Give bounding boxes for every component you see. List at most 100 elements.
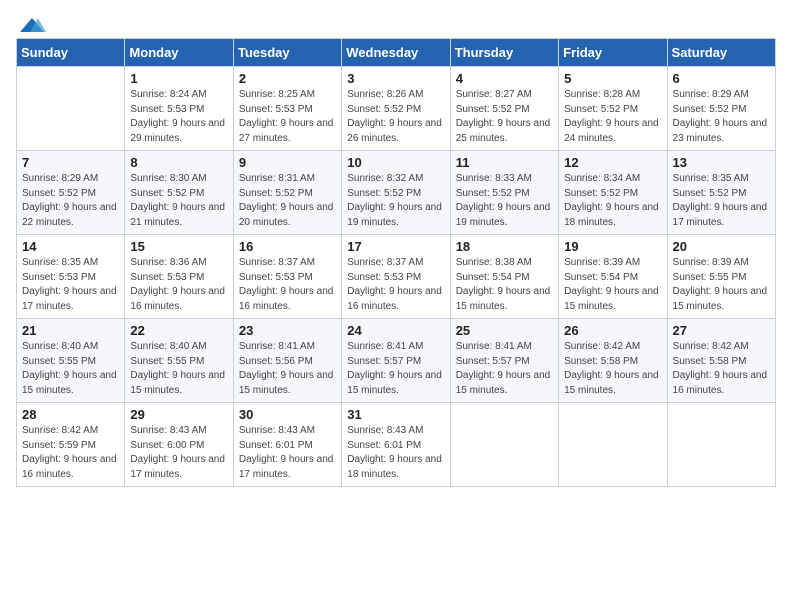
calendar-cell: 24 Sunrise: 8:41 AMSunset: 5:57 PMDayligh…: [342, 319, 450, 403]
calendar-cell: [17, 67, 125, 151]
cell-info: Sunrise: 8:40 AMSunset: 5:55 PMDaylight:…: [130, 340, 227, 398]
calendar-cell: 23 Sunrise: 8:41 AMSunset: 5:56 PMDayligh…: [233, 319, 341, 403]
cell-info: Sunrise: 8:37 AMSunset: 5:53 PMDaylight:…: [347, 256, 444, 314]
cell-info: Sunrise: 8:39 AMSunset: 5:55 PMDaylight:…: [673, 256, 770, 314]
day-number: 19: [564, 239, 661, 254]
header-day-saturday: Saturday: [667, 39, 775, 67]
header-day-sunday: Sunday: [17, 39, 125, 67]
cell-info: Sunrise: 8:41 AMSunset: 5:56 PMDaylight:…: [239, 340, 336, 398]
calendar-cell: [559, 403, 667, 487]
calendar-cell: 16Sunrise: 8:37 AMSunset: 5:53 PMDayligh…: [233, 235, 341, 319]
cell-info: Sunrise: 8:43 AMSunset: 6:01 PMDaylight:…: [239, 424, 336, 482]
calendar-cell: 12Sunrise: 8:34 AMSunset: 5:52 PMDayligh…: [559, 151, 667, 235]
cell-info: Sunrise: 8:37 AMSunset: 5:53 PMDaylight:…: [239, 256, 336, 314]
calendar-cell: 31 Sunrise: 8:43 AMSunset: 6:01 PMDayligh…: [342, 403, 450, 487]
cell-info: Sunrise: 8:27 AMSunset: 5:52 PMDaylight:…: [456, 88, 553, 146]
cell-info: Sunrise: 8:34 AMSunset: 5:52 PMDaylight:…: [564, 172, 661, 230]
day-number: 17: [347, 239, 444, 254]
calendar-cell: 17 Sunrise: 8:37 AMSunset: 5:53 PMDayligh…: [342, 235, 450, 319]
calendar-cell: [450, 403, 558, 487]
calendar-cell: 26 Sunrise: 8:42 AMSunset: 5:58 PMDayligh…: [559, 319, 667, 403]
cell-info: Sunrise: 8:24 AMSunset: 5:53 PMDaylight:…: [130, 88, 227, 146]
day-number: 10: [347, 155, 444, 170]
cell-info: Sunrise: 8:25 AMSunset: 5:53 PMDaylight:…: [239, 88, 336, 146]
calendar-cell: 13 Sunrise: 8:35 AMSunset: 5:52 PMDayligh…: [667, 151, 775, 235]
calendar-cell: 4 Sunrise: 8:27 AMSunset: 5:52 PMDaylight…: [450, 67, 558, 151]
day-number: 11: [456, 155, 553, 170]
day-number: 22: [130, 323, 227, 338]
cell-info: Sunrise: 8:29 AMSunset: 5:52 PMDaylight:…: [673, 88, 770, 146]
day-number: 6: [673, 71, 770, 86]
calendar-week-row: 7Sunrise: 8:29 AMSunset: 5:52 PMDaylight…: [17, 151, 776, 235]
day-number: 24: [347, 323, 444, 338]
day-number: 2: [239, 71, 336, 86]
calendar-header-row: SundayMondayTuesdayWednesdayThursdayFrid…: [17, 39, 776, 67]
calendar-cell: 27Sunrise: 8:42 AMSunset: 5:58 PMDayligh…: [667, 319, 775, 403]
day-number: 8: [130, 155, 227, 170]
cell-info: Sunrise: 8:42 AMSunset: 5:58 PMDaylight:…: [564, 340, 661, 398]
calendar-cell: 7Sunrise: 8:29 AMSunset: 5:52 PMDaylight…: [17, 151, 125, 235]
cell-info: Sunrise: 8:39 AMSunset: 5:54 PMDaylight:…: [564, 256, 661, 314]
calendar-cell: 22 Sunrise: 8:40 AMSunset: 5:55 PMDayligh…: [125, 319, 233, 403]
calendar-cell: 9 Sunrise: 8:31 AMSunset: 5:52 PMDaylight…: [233, 151, 341, 235]
cell-info: Sunrise: 8:42 AMSunset: 5:59 PMDaylight:…: [22, 424, 119, 482]
calendar-week-row: 28 Sunrise: 8:42 AMSunset: 5:59 PMDayligh…: [17, 403, 776, 487]
header-day-thursday: Thursday: [450, 39, 558, 67]
calendar-cell: 1 Sunrise: 8:24 AMSunset: 5:53 PMDaylight…: [125, 67, 233, 151]
cell-info: Sunrise: 8:28 AMSunset: 5:52 PMDaylight:…: [564, 88, 661, 146]
cell-info: Sunrise: 8:35 AMSunset: 5:52 PMDaylight:…: [673, 172, 770, 230]
calendar-cell: 28 Sunrise: 8:42 AMSunset: 5:59 PMDayligh…: [17, 403, 125, 487]
day-number: 27: [673, 323, 770, 338]
header-day-friday: Friday: [559, 39, 667, 67]
calendar-cell: 8 Sunrise: 8:30 AMSunset: 5:52 PMDaylight…: [125, 151, 233, 235]
day-number: 26: [564, 323, 661, 338]
cell-info: Sunrise: 8:31 AMSunset: 5:52 PMDaylight:…: [239, 172, 336, 230]
day-number: 1: [130, 71, 227, 86]
cell-info: Sunrise: 8:43 AMSunset: 6:01 PMDaylight:…: [347, 424, 444, 482]
day-number: 4: [456, 71, 553, 86]
calendar-cell: 29Sunrise: 8:43 AMSunset: 6:00 PMDayligh…: [125, 403, 233, 487]
calendar-cell: [667, 403, 775, 487]
cell-info: Sunrise: 8:30 AMSunset: 5:52 PMDaylight:…: [130, 172, 227, 230]
header-day-monday: Monday: [125, 39, 233, 67]
calendar-week-row: 1 Sunrise: 8:24 AMSunset: 5:53 PMDaylight…: [17, 67, 776, 151]
calendar-cell: 6 Sunrise: 8:29 AMSunset: 5:52 PMDaylight…: [667, 67, 775, 151]
cell-info: Sunrise: 8:26 AMSunset: 5:52 PMDaylight:…: [347, 88, 444, 146]
day-number: 13: [673, 155, 770, 170]
logo-icon: [18, 16, 46, 34]
cell-info: Sunrise: 8:32 AMSunset: 5:52 PMDaylight:…: [347, 172, 444, 230]
day-number: 15: [130, 239, 227, 254]
day-number: 21: [22, 323, 119, 338]
calendar-cell: 3 Sunrise: 8:26 AMSunset: 5:52 PMDaylight…: [342, 67, 450, 151]
calendar-cell: 2 Sunrise: 8:25 AMSunset: 5:53 PMDaylight…: [233, 67, 341, 151]
day-number: 25: [456, 323, 553, 338]
calendar-cell: 15 Sunrise: 8:36 AMSunset: 5:53 PMDayligh…: [125, 235, 233, 319]
cell-info: Sunrise: 8:36 AMSunset: 5:53 PMDaylight:…: [130, 256, 227, 314]
calendar-cell: 25Sunrise: 8:41 AMSunset: 5:57 PMDayligh…: [450, 319, 558, 403]
calendar-cell: 5Sunrise: 8:28 AMSunset: 5:52 PMDaylight…: [559, 67, 667, 151]
calendar-cell: 19 Sunrise: 8:39 AMSunset: 5:54 PMDayligh…: [559, 235, 667, 319]
calendar-table: SundayMondayTuesdayWednesdayThursdayFrid…: [16, 38, 776, 487]
logo: [16, 16, 46, 34]
header-day-wednesday: Wednesday: [342, 39, 450, 67]
header-day-tuesday: Tuesday: [233, 39, 341, 67]
day-number: 3: [347, 71, 444, 86]
calendar-cell: 18 Sunrise: 8:38 AMSunset: 5:54 PMDayligh…: [450, 235, 558, 319]
day-number: 9: [239, 155, 336, 170]
calendar-cell: 14Sunrise: 8:35 AMSunset: 5:53 PMDayligh…: [17, 235, 125, 319]
calendar-week-row: 21 Sunrise: 8:40 AMSunset: 5:55 PMDayligh…: [17, 319, 776, 403]
day-number: 20: [673, 239, 770, 254]
cell-info: Sunrise: 8:41 AMSunset: 5:57 PMDaylight:…: [347, 340, 444, 398]
day-number: 23: [239, 323, 336, 338]
day-number: 30: [239, 407, 336, 422]
cell-info: Sunrise: 8:29 AMSunset: 5:52 PMDaylight:…: [22, 172, 119, 230]
calendar-cell: 30 Sunrise: 8:43 AMSunset: 6:01 PMDayligh…: [233, 403, 341, 487]
cell-info: Sunrise: 8:38 AMSunset: 5:54 PMDaylight:…: [456, 256, 553, 314]
day-number: 28: [22, 407, 119, 422]
calendar-cell: 21Sunrise: 8:40 AMSunset: 5:55 PMDayligh…: [17, 319, 125, 403]
day-number: 31: [347, 407, 444, 422]
page-header: [16, 16, 776, 34]
calendar-cell: 11Sunrise: 8:33 AMSunset: 5:52 PMDayligh…: [450, 151, 558, 235]
cell-info: Sunrise: 8:35 AMSunset: 5:53 PMDaylight:…: [22, 256, 119, 314]
day-number: 18: [456, 239, 553, 254]
